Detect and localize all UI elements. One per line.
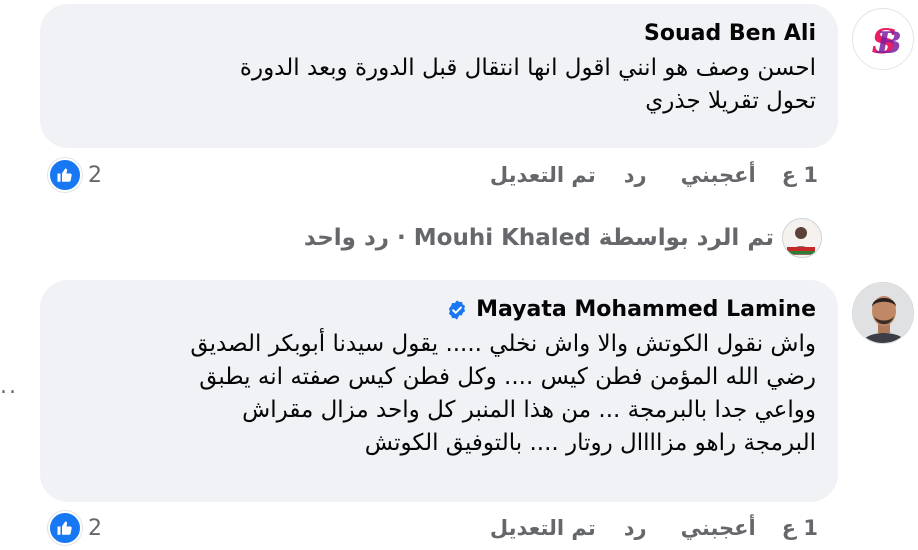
comment-time[interactable]: 1 ع — [782, 516, 818, 540]
more-options-icon[interactable]: .. — [0, 374, 18, 399]
comment-text-line: واش نقول الكوتش والا واش نخلي ..... يقول… — [190, 331, 816, 357]
avatar-souad[interactable]: S B — [852, 8, 914, 70]
comment-text-line: رضي الله المؤمن فطن كيس .... وكل فطن كيس… — [199, 364, 816, 390]
comment-author[interactable]: Mayata Mohammed Lamine — [62, 296, 816, 324]
comment-bubble-2: Mayata Mohammed Lamine واش نقول الكوتش و… — [40, 280, 838, 502]
like-button[interactable]: أعجبني — [681, 516, 756, 540]
edited-label: تم التعديل — [489, 516, 596, 540]
comment-time[interactable]: 1 ع — [782, 163, 818, 187]
reply-count: رد واحد — [303, 225, 390, 251]
comment-text-line: البرمجة راهو مزاااال روتار .... بالتوفيق… — [364, 430, 816, 456]
like-reaction-icon — [48, 511, 82, 545]
reply-prefix: تم الرد بواسطة — [598, 225, 774, 251]
avatar-mayata[interactable] — [852, 282, 914, 344]
reply-button[interactable]: رد — [624, 516, 647, 540]
reaction-count: 2 — [88, 515, 102, 541]
reactions-2[interactable]: 2 — [48, 511, 102, 545]
comment-text-line: احسن وصف هو انني اقول انها انتقال قبل ال… — [239, 55, 816, 81]
comment-bubble-1: Souad Ben Ali احسن وصف هو انني اقول انها… — [40, 4, 838, 148]
comment-author[interactable]: Souad Ben Ali — [62, 20, 816, 48]
reply-separator: · — [397, 225, 406, 251]
svg-text:B: B — [875, 26, 901, 61]
edited-label: تم التعديل — [489, 163, 596, 187]
avatar-mouhi — [782, 218, 822, 258]
comment-text-line: وواعي جدا بالبرمجة ... من هذا المنبر كل … — [242, 397, 816, 423]
comment-text-line: تحول تقريلا جذري — [645, 88, 816, 114]
comment-actions-1: 1 ع أعجبني رد تم التعديل — [490, 158, 818, 192]
like-reaction-icon — [48, 158, 82, 192]
verified-badge-icon — [446, 299, 468, 321]
like-button[interactable]: أعجبني — [681, 163, 756, 187]
reply-author-name: Mouhi Khaled — [413, 225, 591, 251]
view-replies-link[interactable]: تم الرد بواسطة Mouhi Khaled · رد واحد — [304, 218, 822, 258]
comment-actions-2: 1 ع أعجبني رد تم التعديل — [490, 511, 818, 545]
reactions-1[interactable]: 2 — [48, 158, 102, 192]
reaction-count: 2 — [88, 162, 102, 188]
reply-button[interactable]: رد — [624, 163, 647, 187]
